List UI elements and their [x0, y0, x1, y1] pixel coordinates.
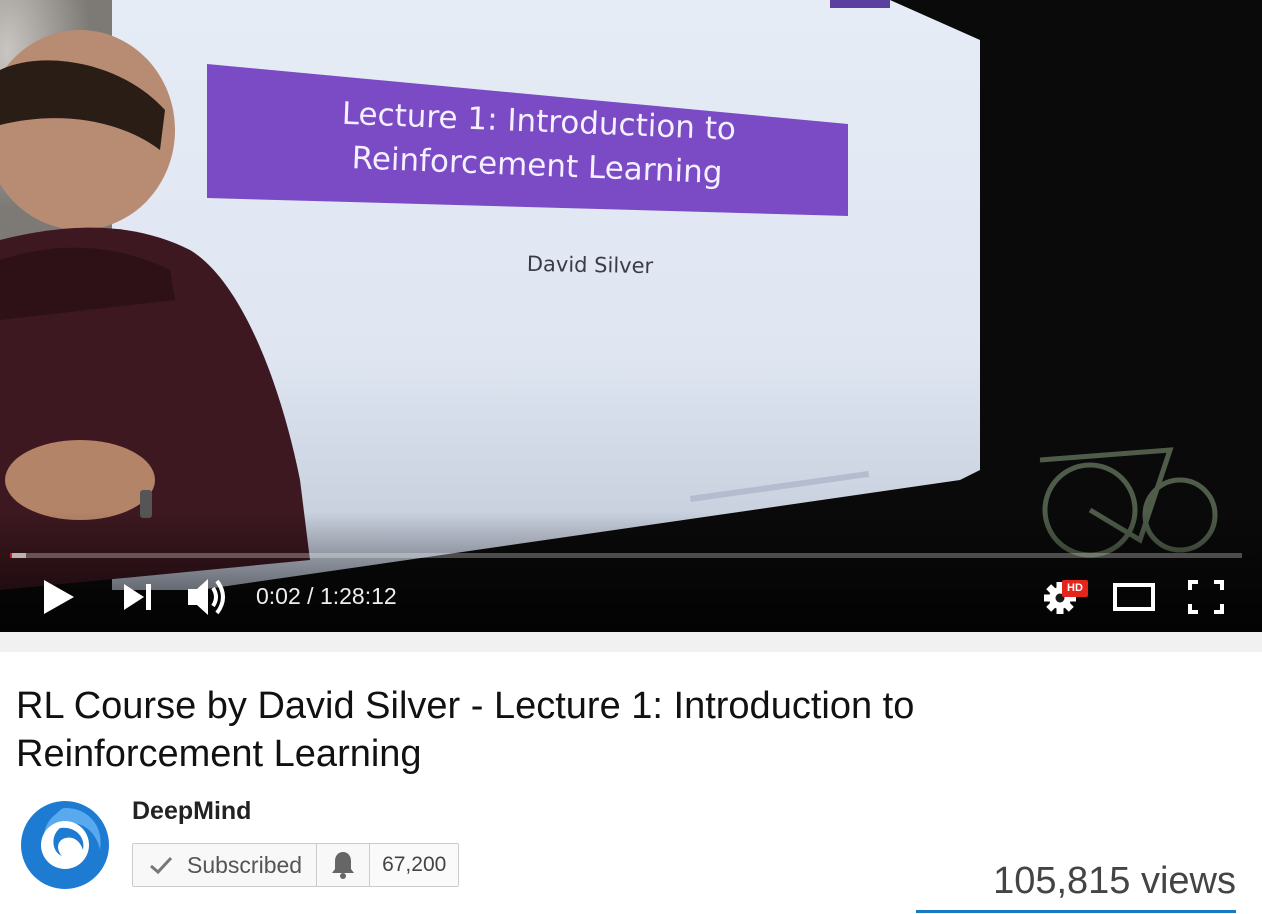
sentiment-bar — [916, 910, 1236, 913]
check-icon — [150, 856, 173, 875]
progress-played — [10, 553, 12, 558]
time-display: 0:02 / 1:28:12 — [256, 582, 397, 610]
view-count: 105,815 views — [993, 860, 1236, 902]
channel-name[interactable]: DeepMind — [132, 797, 251, 826]
hd-badge: HD — [1062, 580, 1088, 597]
duration: 1:28:12 — [319, 583, 397, 609]
channel-avatar[interactable] — [20, 800, 110, 890]
subscribed-label: Subscribed — [187, 851, 303, 878]
play-button[interactable] — [34, 574, 80, 620]
subscribe-group: Subscribed 67,200 — [132, 843, 460, 887]
slide-author: David Silver — [526, 251, 654, 279]
progress-bar[interactable] — [10, 553, 1242, 558]
video-title: RL Course by David Silver - Lecture 1: I… — [16, 685, 915, 775]
deepmind-logo — [21, 801, 109, 889]
play-icon — [44, 580, 74, 614]
theater-mode-button[interactable] — [1110, 576, 1158, 618]
bell-icon — [332, 852, 355, 879]
notification-bell-button[interactable] — [317, 844, 371, 886]
current-time: 0:02 — [256, 583, 301, 609]
theater-mode-icon — [1113, 583, 1155, 611]
next-button[interactable] — [118, 576, 158, 618]
next-icon — [124, 584, 151, 610]
subscriber-count: 67,200 — [370, 844, 459, 886]
volume-button[interactable] — [184, 574, 232, 620]
fullscreen-button[interactable] — [1182, 574, 1230, 620]
volume-icon — [188, 579, 225, 615]
subscribed-button[interactable]: Subscribed — [133, 844, 318, 886]
divider — [0, 632, 1262, 652]
fullscreen-icon — [1188, 580, 1224, 614]
video-player[interactable]: Lecture 1: Introduction to Reinforcement… — [0, 0, 1262, 632]
progress-loaded — [10, 553, 27, 558]
time-separator: / — [300, 583, 320, 609]
